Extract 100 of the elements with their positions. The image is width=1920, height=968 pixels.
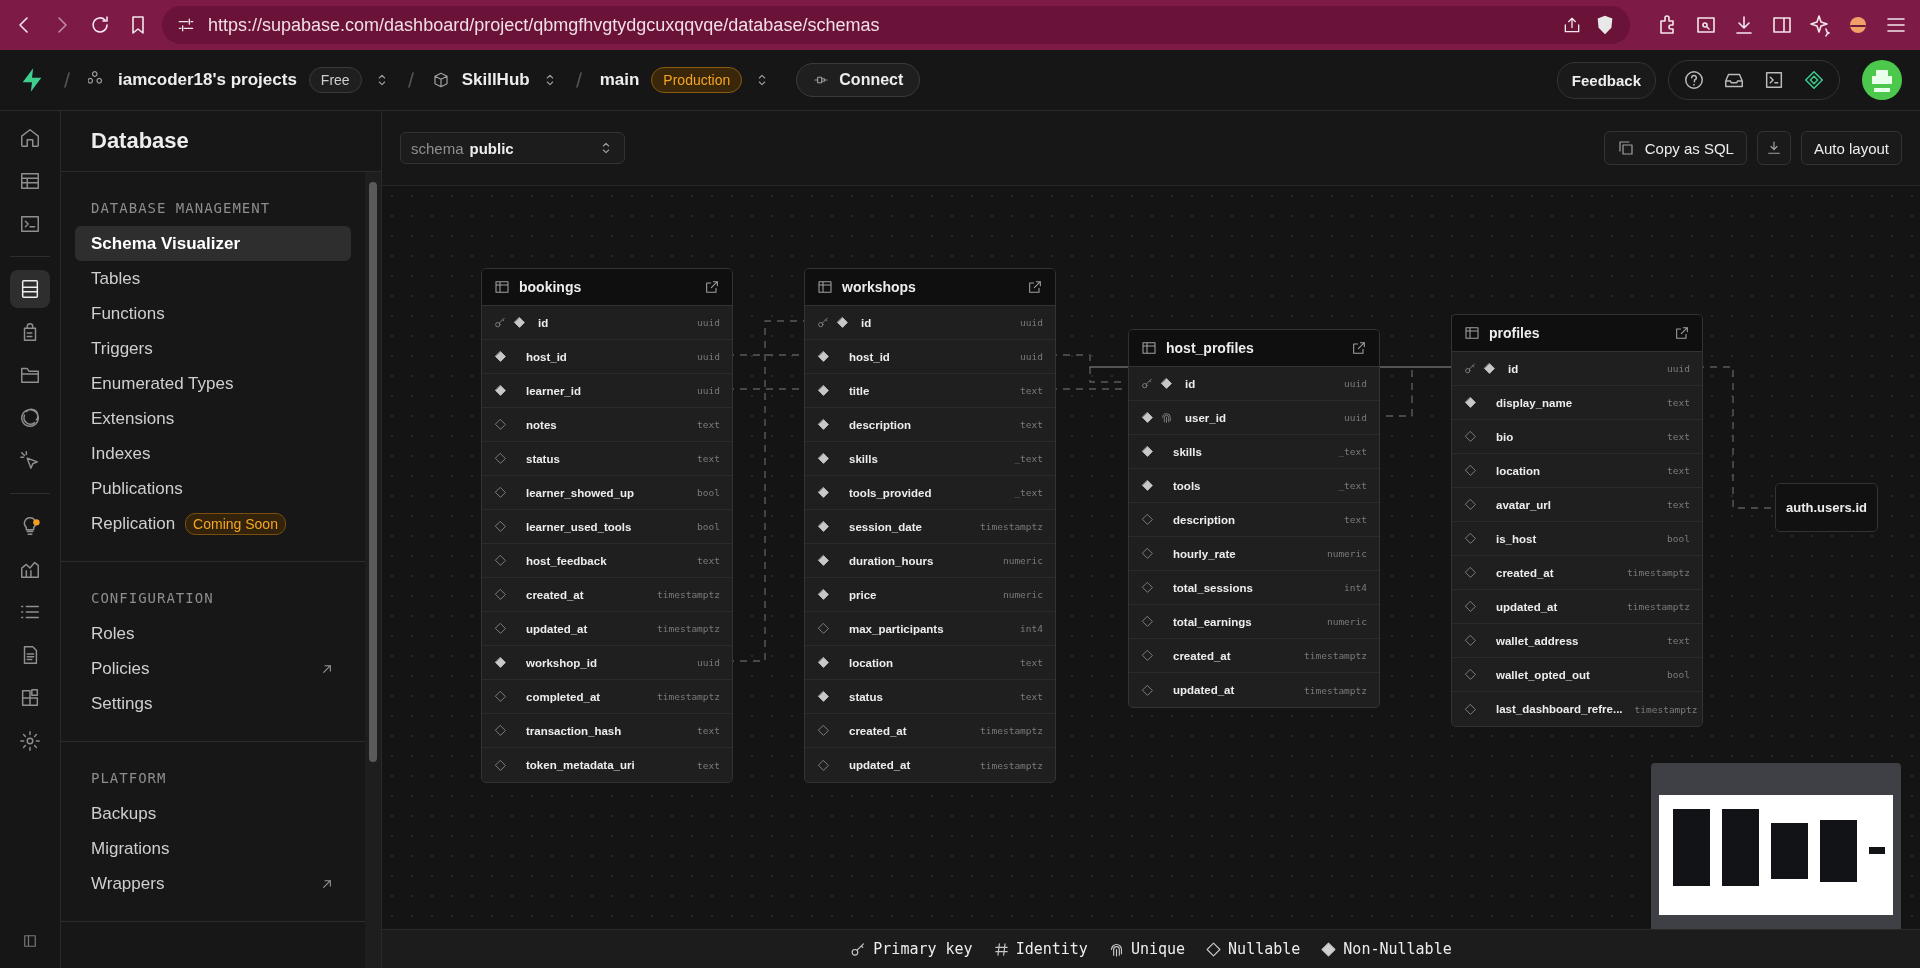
column-name: wallet_address	[1496, 634, 1579, 647]
schema-select[interactable]: schema public	[400, 132, 625, 164]
foreign-reference-node[interactable]: auth.users.id	[1775, 483, 1878, 532]
sidebar-item[interactable]: Roles	[75, 616, 351, 651]
column-name: id	[1508, 362, 1519, 375]
separator-icon	[62, 70, 72, 90]
table-name: host_profiles	[1166, 340, 1254, 356]
nav-icon-button[interactable]	[10, 270, 50, 308]
open-external-icon[interactable]	[1027, 279, 1043, 295]
sidebar-item[interactable]: Triggers	[75, 331, 351, 366]
column-name: title	[849, 384, 870, 397]
auto-layout-button[interactable]: Auto layout	[1800, 131, 1902, 165]
open-external-icon[interactable]	[1351, 340, 1367, 356]
column-name: workshop_id	[526, 656, 597, 669]
column-type: uuid	[1020, 351, 1043, 362]
column-type: text	[697, 555, 720, 566]
column-type: text	[1020, 657, 1043, 668]
column-type: text	[1020, 419, 1043, 430]
sidebar-item[interactable]: Settings	[75, 686, 351, 721]
settings-icon	[19, 730, 41, 752]
column-type: bool	[697, 521, 720, 532]
legend-item: Non-Nullable	[1320, 940, 1452, 958]
project-name[interactable]: SkillHub	[461, 70, 530, 90]
column-name: bio	[1496, 430, 1514, 443]
column-name: price	[849, 588, 877, 601]
column-name: id	[1185, 377, 1196, 390]
open-external-icon[interactable]	[704, 279, 720, 295]
column-name: last_dashboard_refre...	[1496, 703, 1623, 715]
nullable-diamond-icon	[1205, 940, 1223, 958]
sidebar-item[interactable]: Wrappers	[75, 866, 351, 901]
plan-badge: Free	[308, 67, 362, 93]
column-name: updated_at	[849, 759, 911, 771]
connect-button[interactable]: Connect	[796, 63, 921, 97]
column-type: timestamptz	[1634, 703, 1698, 715]
column-type: uuid	[697, 385, 720, 396]
download-button[interactable]	[1756, 131, 1791, 165]
sidebar-item[interactable]: Policies	[75, 651, 351, 686]
sidebar-item[interactable]: Schema Visualizer	[75, 226, 351, 261]
non-nullable-diamond-icon	[1320, 940, 1338, 958]
org-name[interactable]: iamcoder18's projects	[118, 70, 297, 90]
column-name: notes	[526, 418, 557, 431]
column-type: uuid	[1667, 363, 1690, 374]
column-type: numeric	[1326, 548, 1367, 559]
table-card[interactable]	[804, 268, 1056, 783]
table-card[interactable]: host_profiles id uuid user_id uuid skills _text tools _text description text hourly_rate numeric total_sessions int4 total_earnings numeric created_at timestamptz updated_at timestamptz	[1128, 329, 1380, 708]
legend-item: Identity	[992, 940, 1088, 958]
share-icon[interactable]	[1562, 15, 1582, 35]
sidebar-title: Database	[61, 111, 381, 172]
column-type: int4	[1020, 623, 1043, 634]
column-type: uuid	[1020, 317, 1043, 328]
column-type: text	[697, 759, 720, 771]
sidebar-item[interactable]: Replication Coming Soon	[75, 506, 351, 541]
column-type: text	[1020, 691, 1043, 702]
table-card[interactable]	[481, 268, 733, 783]
terminal-icon[interactable]	[1763, 69, 1785, 91]
table-name: bookings	[519, 279, 582, 295]
sidebar-item[interactable]: Migrations	[75, 831, 351, 866]
sidebar-item[interactable]: Indexes	[75, 436, 351, 471]
column-name: token_metadata_uri	[526, 759, 635, 771]
help-icon[interactable]	[1683, 69, 1705, 91]
column-type: timestamptz	[657, 691, 720, 702]
column-type: bool	[1667, 533, 1690, 544]
column-type: timestamptz	[1304, 684, 1367, 696]
sidebar-item[interactable]: Tables	[75, 261, 351, 296]
column-name: location	[849, 656, 894, 669]
table-card[interactable]	[1451, 314, 1703, 727]
branch-name[interactable]: main	[599, 70, 640, 90]
separator-icon	[405, 70, 416, 90]
open-external-icon[interactable]	[1674, 325, 1690, 341]
minimap[interactable]	[1651, 763, 1901, 929]
column-type: timestamptz	[980, 725, 1043, 736]
feedback-button[interactable]: Feedback	[1556, 61, 1656, 99]
column-name: status	[526, 452, 560, 465]
scrollbar[interactable]	[365, 172, 381, 968]
column-name: avatar_url	[1496, 498, 1551, 511]
table-icon	[817, 279, 833, 295]
table-icon	[19, 170, 41, 192]
sidebar-item[interactable]: Enumerated Types	[75, 366, 351, 401]
column-type: uuid	[697, 657, 720, 668]
address-bar[interactable]: https://supabase.com/dashboard/project/qbmgfhvgtydgcuxqqvqe/database/schemas	[162, 6, 1630, 44]
column-name: created_at	[849, 724, 907, 737]
sidebar-item[interactable]: Publications	[75, 471, 351, 506]
home-icon	[19, 127, 41, 149]
panel-toggle-icon[interactable]	[21, 932, 39, 950]
column-name: description	[1173, 513, 1235, 526]
column-type: timestamptz	[1304, 650, 1367, 661]
sparkle-icon[interactable]	[1808, 13, 1832, 37]
column-type: text	[1667, 397, 1690, 408]
copy-sql-button[interactable]: Copy as SQL	[1603, 131, 1747, 165]
assistant-icon[interactable]	[1803, 69, 1825, 91]
column-type: int4	[1344, 582, 1367, 593]
column-name: created_at	[526, 588, 584, 601]
separator-icon	[573, 70, 584, 90]
column-name: updated_at	[526, 622, 588, 635]
blocks-icon	[19, 687, 41, 709]
sidebar-item[interactable]: Extensions	[75, 401, 351, 436]
sidebar-item[interactable]: Functions	[75, 296, 351, 331]
column-type: _text	[1014, 453, 1043, 464]
sidebar-item[interactable]: Backups	[75, 796, 351, 831]
avatar-icon[interactable]	[1862, 60, 1902, 100]
